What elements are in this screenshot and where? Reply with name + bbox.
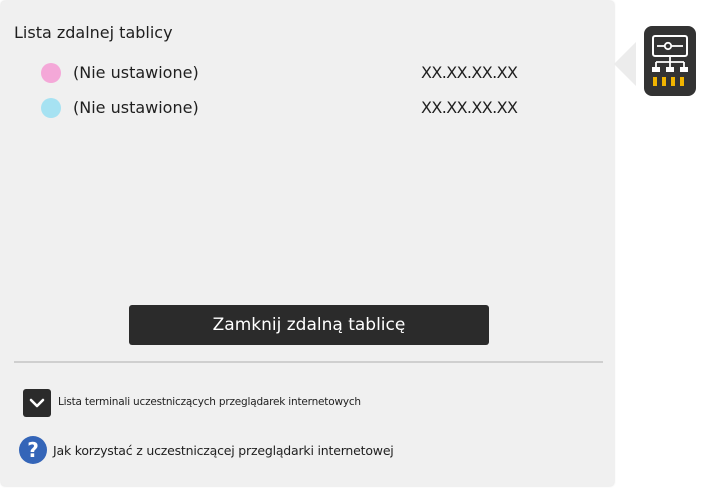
help-link[interactable]: ? Jak korzystać z uczestniczącej przeglą… (19, 436, 579, 464)
entry-address: XX.XX.XX.XX (421, 98, 518, 117)
participant-terminals-label: Lista terminali uczestniczących przegląd… (58, 396, 361, 408)
help-icon[interactable]: ? (19, 436, 47, 464)
chevron-down-icon[interactable] (23, 389, 51, 417)
list-item: (Nie ustawione) XX.XX.XX.XX (41, 63, 541, 85)
entry-name: (Nie ustawione) (73, 98, 199, 117)
color-dot-icon (41, 63, 61, 83)
entry-address: XX.XX.XX.XX (421, 63, 518, 82)
entry-name: (Nie ustawione) (73, 63, 199, 82)
list-item: (Nie ustawione) XX.XX.XX.XX (41, 98, 541, 120)
help-label[interactable]: Jak korzystać z uczestniczącej przegląda… (53, 443, 394, 458)
color-dot-icon (41, 98, 61, 118)
close-remote-whiteboard-button[interactable]: Zamknij zdalną tablicę (129, 305, 489, 345)
panel-title: Lista zdalnej tablicy (14, 23, 173, 42)
participant-terminals-expander[interactable]: Lista terminali uczestniczących przegląd… (23, 389, 583, 417)
panel-pointer (614, 42, 636, 86)
network-board-icon[interactable] (644, 26, 696, 96)
remote-whiteboard-panel: Lista zdalnej tablicy (Nie ustawione) XX… (1, 1, 614, 486)
divider (14, 361, 603, 363)
